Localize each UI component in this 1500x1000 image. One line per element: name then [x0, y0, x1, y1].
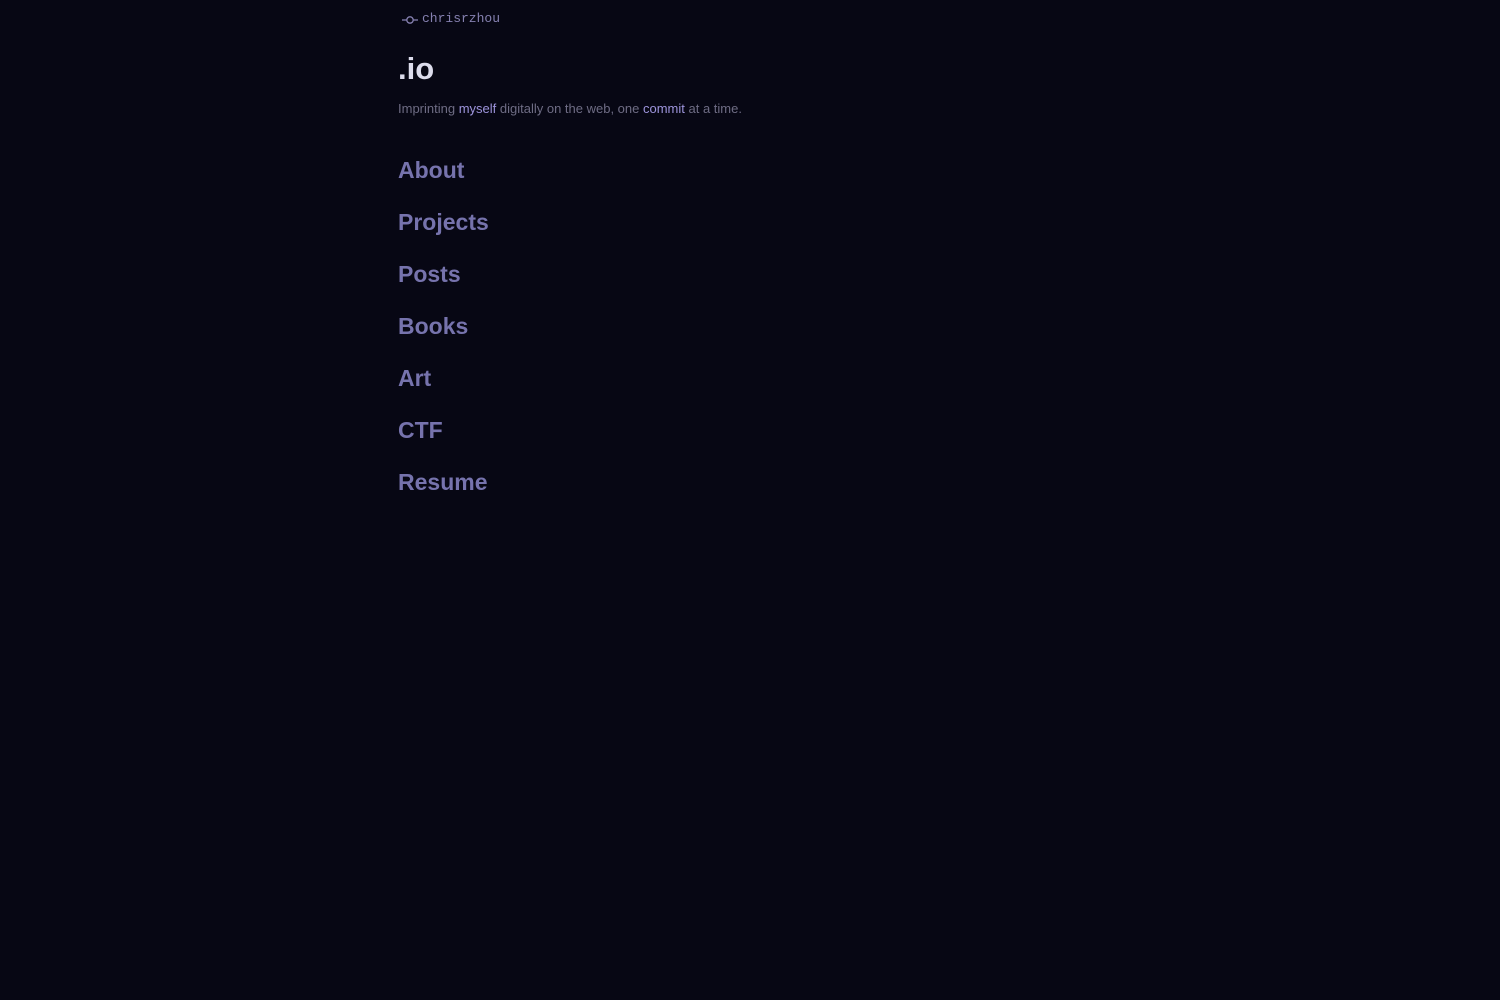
nav-item-about: About	[398, 155, 489, 207]
brand-label: chrisrzhou	[422, 11, 501, 26]
nav-link-about[interactable]: About	[398, 157, 464, 183]
nav-item-ctf: CTF	[398, 415, 489, 467]
nav-link-books[interactable]: Books	[398, 313, 468, 339]
nav-item-posts: Posts	[398, 259, 489, 311]
myself-link[interactable]: myself	[459, 101, 497, 116]
nav-link-resume[interactable]: Resume	[398, 469, 487, 495]
nav-item-resume: Resume	[398, 467, 489, 519]
nav-item-projects: Projects	[398, 207, 489, 259]
commit-link[interactable]: commit	[643, 101, 685, 116]
tagline-text-1: Imprinting	[398, 101, 459, 116]
nav-link-ctf[interactable]: CTF	[398, 417, 443, 443]
nav-item-books: Books	[398, 311, 489, 363]
nav-link-posts[interactable]: Posts	[398, 261, 461, 287]
brand-link[interactable]: chrisrzhou	[402, 11, 500, 26]
nav-link-art[interactable]: Art	[398, 365, 431, 391]
site-title: .io	[398, 51, 435, 86]
tagline-text-2: digitally on the web, one	[496, 101, 643, 116]
git-commit-icon	[402, 14, 418, 24]
tagline-text-3: at a time.	[684, 101, 742, 116]
tagline: Imprinting myself digitally on the web, …	[398, 101, 742, 116]
main-nav: About Projects Posts Books Art CTF Resum…	[398, 155, 489, 519]
nav-link-projects[interactable]: Projects	[398, 209, 489, 235]
nav-item-art: Art	[398, 363, 489, 415]
